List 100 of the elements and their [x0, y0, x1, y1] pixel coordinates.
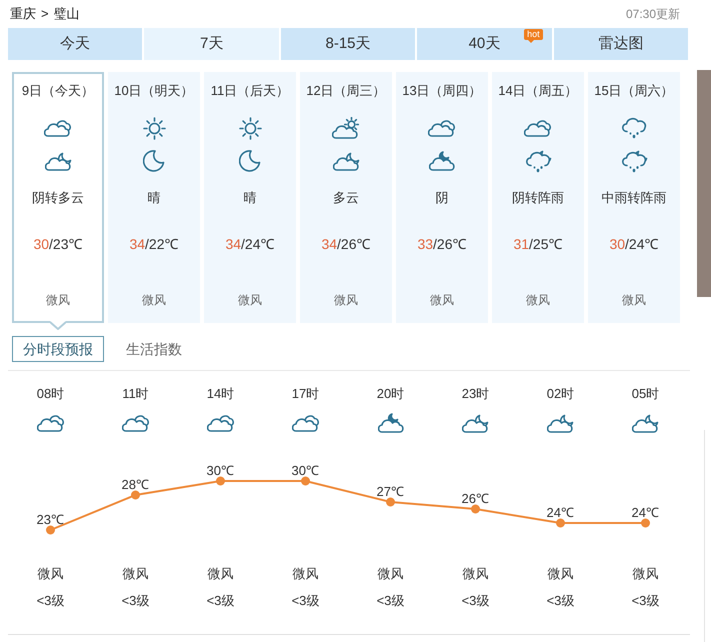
unit-label: ℃ [221, 463, 234, 478]
wind-level: <3级 [632, 592, 660, 610]
wind-level: <3级 [36, 592, 64, 610]
weather-description: 中雨转阵雨 [602, 189, 666, 207]
day-card[interactable]: 15日（周六） 中雨转阵雨 30/24℃ 微风 [588, 72, 680, 323]
sun-cloud-icon [332, 117, 360, 139]
day-card[interactable]: 14日（周五） 阴转阵雨 31/25℃ 微风 [492, 72, 584, 323]
day-date: 14日（周五） [498, 82, 578, 100]
moon-icon [143, 150, 165, 172]
day-date: 9日（今天） [22, 82, 94, 100]
temperature-range: 34/24℃ [225, 235, 275, 253]
wind-level: <3级 [546, 592, 574, 610]
hour-time: 17时 [292, 385, 320, 403]
hour-time: 20时 [376, 385, 404, 403]
weather-description: 多云 [333, 189, 359, 207]
hour-time: 08时 [36, 385, 64, 403]
tab[interactable]: 7天 [144, 28, 279, 60]
hot-badge: hot [524, 29, 543, 43]
moon-cloud-icon [332, 152, 360, 170]
sun-icon [142, 116, 166, 140]
temperature-label: 30 [292, 463, 306, 478]
data-point [216, 476, 225, 486]
temperature-label: 24 [546, 505, 561, 520]
clouds-icon [44, 119, 72, 137]
weather-description: 阴转阵雨 [512, 189, 564, 207]
moon-cloud-icon [547, 414, 574, 432]
temperature-label: 23 [36, 512, 51, 527]
unit-label: ℃ [476, 491, 489, 506]
breadcrumb-link[interactable]: 璧山 [54, 4, 80, 24]
subtab[interactable]: 分时段预报 [12, 336, 104, 362]
wind-description: 微风 [238, 292, 262, 309]
clouds-icon [524, 119, 552, 137]
sun-icon [238, 116, 262, 140]
wind-description: 微风 [526, 292, 550, 309]
tab[interactable]: 40天 hot [417, 28, 552, 60]
hour-time: 02时 [546, 385, 574, 403]
filled-moon-cloud-icon [378, 413, 404, 433]
temperature-range: 33/26℃ [417, 235, 467, 253]
data-point [471, 504, 480, 514]
temperature-label: 27 [376, 484, 391, 499]
unit-label: ℃ [136, 477, 149, 492]
wind-level: <3级 [206, 592, 234, 610]
unit-label: ℃ [561, 505, 574, 520]
hour-time: 05时 [632, 385, 660, 403]
wind-description: 微风 [378, 565, 404, 583]
weather-description: 晴 [148, 189, 160, 207]
rain-moon-cloud-icon [524, 150, 552, 172]
rain-moon-cloud-icon [620, 150, 648, 172]
wind-description: 微风 [430, 292, 454, 309]
subtab[interactable]: 生活指数 [116, 336, 192, 362]
data-point [301, 476, 310, 486]
wind-description: 微风 [38, 565, 64, 583]
rain-cloud-icon [621, 117, 647, 139]
day-card[interactable]: 11日（后天） 晴 34/24℃ 微风 [204, 72, 296, 323]
temperature-label: 28 [122, 477, 136, 492]
wind-description: 微风 [334, 292, 358, 309]
unit-label: ℃ [391, 484, 404, 499]
weather-description: 晴 [244, 189, 256, 207]
unit-label: ℃ [306, 463, 319, 478]
wind-description: 微风 [548, 565, 574, 583]
tab[interactable]: 雷达图 [554, 28, 688, 60]
tab[interactable]: 今天 [8, 28, 142, 60]
temperature-range: 31/25℃ [513, 235, 563, 253]
wind-description: 微风 [462, 565, 488, 583]
day-card[interactable]: 9日（今天） 阴转多云 30/23℃ 微风 [12, 72, 104, 323]
wind-level: <3级 [462, 592, 490, 610]
wind-level: <3级 [122, 592, 150, 610]
wind-description: 微风 [122, 565, 148, 583]
wind-level: <3级 [292, 592, 320, 610]
data-point [641, 518, 650, 528]
wind-description: 微风 [292, 565, 318, 583]
moon-cloud-icon [44, 152, 72, 170]
temperature-label: 30 [206, 463, 221, 478]
wind-description: 微风 [142, 292, 166, 309]
day-date: 12日（周三） [306, 82, 386, 100]
data-point [46, 526, 55, 534]
hour-time: 11时 [122, 385, 149, 403]
temperature-label: 24 [632, 505, 646, 520]
data-point [556, 518, 565, 528]
wind-description: 微风 [632, 565, 658, 583]
filled-moon-cloud-icon [429, 151, 455, 171]
breadcrumb-link[interactable]: 重庆 [10, 4, 36, 24]
moon-icon [239, 150, 261, 172]
wind-description: 微风 [46, 292, 70, 309]
clouds-icon [36, 414, 64, 432]
tab[interactable]: 8-15天 [280, 28, 416, 60]
data-point [386, 498, 395, 506]
unit-label: ℃ [51, 512, 64, 527]
day-date: 15日（周六） [594, 82, 674, 100]
temperature-range: 34/22℃ [129, 235, 179, 253]
day-card[interactable]: 10日（明天） 晴 34/22℃ 微风 [108, 72, 200, 323]
day-date: 10日（明天） [114, 82, 194, 100]
weather-description: 阴 [436, 189, 448, 207]
hour-time: 14时 [206, 385, 234, 403]
unit-label: ℃ [646, 505, 659, 520]
day-date: 13日（周四） [402, 82, 482, 100]
day-card[interactable]: 13日（周四） 阴 33/26℃ 微风 [396, 72, 488, 323]
day-card[interactable]: 12日（周三） 多云 34/26℃ 微风 [300, 72, 392, 323]
clouds-icon [428, 119, 456, 137]
moon-cloud-icon [462, 414, 489, 432]
